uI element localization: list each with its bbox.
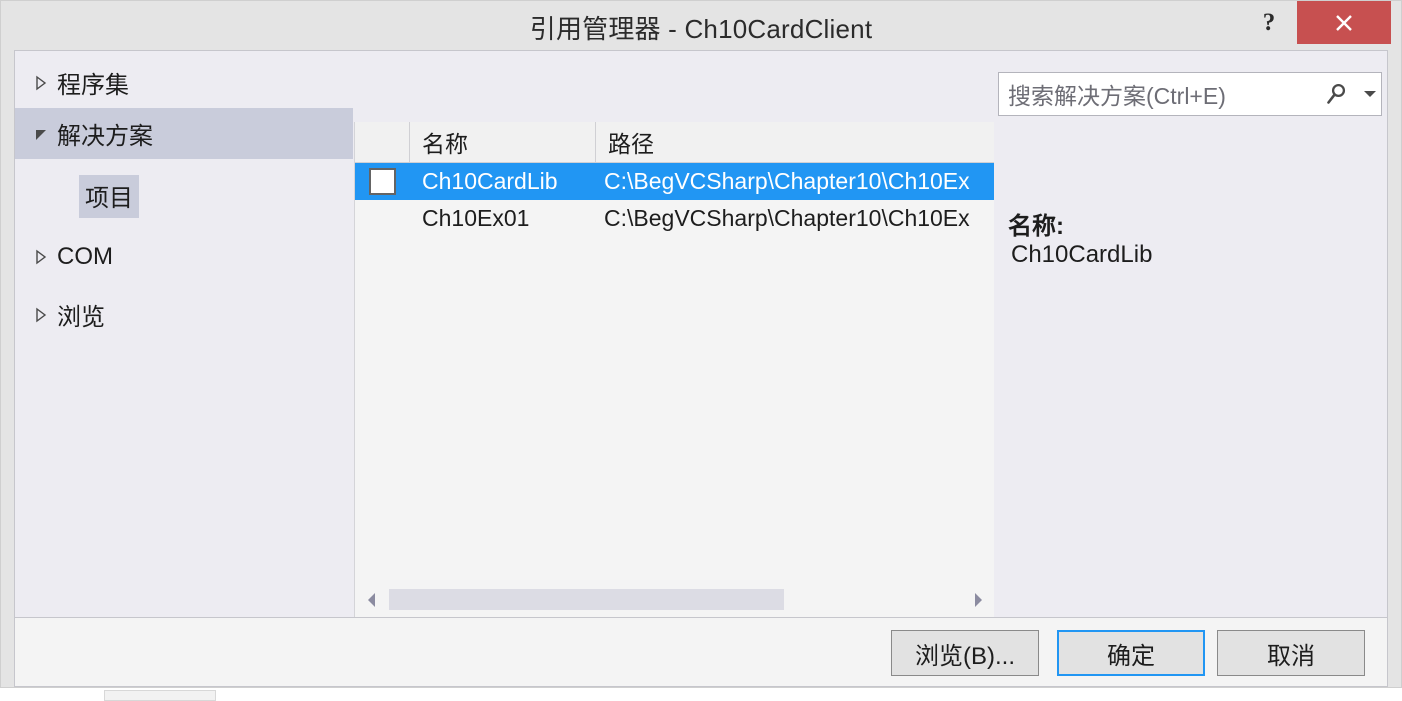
row-name: Ch10Ex01 xyxy=(422,205,530,231)
reference-list: 名称 路径 Ch10CardLib C:\BegVCSharp\Chapter1… xyxy=(354,122,994,617)
detail-name-value: Ch10CardLib xyxy=(1011,241,1153,268)
close-icon xyxy=(1336,14,1352,31)
row-path: C:\BegVCSharp\Chapter10\Ch10Ex xyxy=(604,168,970,194)
column-header-path[interactable]: 路径 xyxy=(596,122,994,162)
detail-name-label: 名称: xyxy=(1008,213,1064,240)
title-bar: 引用管理器 - Ch10CardClient ? xyxy=(1,1,1401,45)
taskbar-item[interactable] xyxy=(104,690,216,701)
scrollbar-track[interactable] xyxy=(389,583,961,617)
chevron-down-icon xyxy=(25,126,57,142)
column-header-check[interactable] xyxy=(355,122,410,162)
search-placeholder: 搜索解决方案(Ctrl+E) xyxy=(1008,83,1226,109)
row-path: C:\BegVCSharp\Chapter10\Ch10Ex xyxy=(604,205,970,231)
row-name: Ch10CardLib xyxy=(422,168,558,194)
list-header: 名称 路径 xyxy=(355,122,994,163)
row-checkbox-cell[interactable] xyxy=(355,168,410,195)
table-row[interactable]: Ch10CardLib C:\BegVCSharp\Chapter10\Ch10… xyxy=(355,163,994,200)
sidebar-item-projects[interactable]: 项目 xyxy=(15,171,353,222)
scrollbar-thumb[interactable] xyxy=(389,589,784,610)
chevron-down-icon[interactable] xyxy=(1359,89,1381,99)
close-button[interactable] xyxy=(1297,1,1391,44)
horizontal-scrollbar[interactable] xyxy=(355,583,994,617)
category-tree: 程序集 解决方案 项目 COM 浏览 xyxy=(15,51,353,617)
sidebar-item-label: 项目 xyxy=(79,175,139,218)
sidebar-item-assemblies[interactable]: 程序集 xyxy=(15,57,353,108)
table-row[interactable]: Ch10Ex01 C:\BegVCSharp\Chapter10\Ch10Ex xyxy=(355,200,994,237)
sidebar-item-com[interactable]: COM xyxy=(15,231,353,282)
cancel-button[interactable]: 取消 xyxy=(1217,630,1365,676)
dialog-footer: 浏览(B)... 确定 取消 xyxy=(14,618,1388,687)
column-header-name[interactable]: 名称 xyxy=(410,122,596,162)
sidebar-item-solution[interactable]: 解决方案 xyxy=(15,108,353,159)
search-icon[interactable] xyxy=(1315,81,1359,107)
sidebar-item-label: 浏览 xyxy=(57,304,105,331)
help-icon: ? xyxy=(1262,8,1276,36)
dialog-content: 程序集 解决方案 项目 COM 浏览 名称 路径 Ch10CardLib C:\… xyxy=(14,50,1388,618)
checkbox-unchecked-icon[interactable] xyxy=(369,168,396,195)
reference-manager-dialog: 引用管理器 - Ch10CardClient ? 程序集 解决方案 项目 COM… xyxy=(0,0,1402,688)
scroll-right-icon[interactable] xyxy=(961,583,994,617)
sidebar-item-label: 解决方案 xyxy=(57,123,153,150)
window-title: 引用管理器 - Ch10CardClient xyxy=(529,14,873,44)
sidebar-item-label: 程序集 xyxy=(57,72,129,99)
detail-pane: 搜索解决方案(Ctrl+E) 名称: Ch10CardLib xyxy=(995,51,1387,617)
chevron-right-icon xyxy=(25,307,57,323)
chevron-right-icon xyxy=(25,249,57,265)
sidebar-item-browse[interactable]: 浏览 xyxy=(15,289,353,340)
ok-button[interactable]: 确定 xyxy=(1057,630,1205,676)
screen: 引用管理器 - Ch10CardClient ? 程序集 解决方案 项目 COM… xyxy=(0,0,1402,701)
browse-button[interactable]: 浏览(B)... xyxy=(891,630,1039,676)
sidebar-item-label: COM xyxy=(57,242,113,270)
list-body: Ch10CardLib C:\BegVCSharp\Chapter10\Ch10… xyxy=(355,163,994,583)
chevron-right-icon xyxy=(25,75,57,91)
scroll-left-icon[interactable] xyxy=(355,583,389,617)
help-button[interactable]: ? xyxy=(1241,1,1297,44)
search-input[interactable]: 搜索解决方案(Ctrl+E) xyxy=(998,72,1382,116)
